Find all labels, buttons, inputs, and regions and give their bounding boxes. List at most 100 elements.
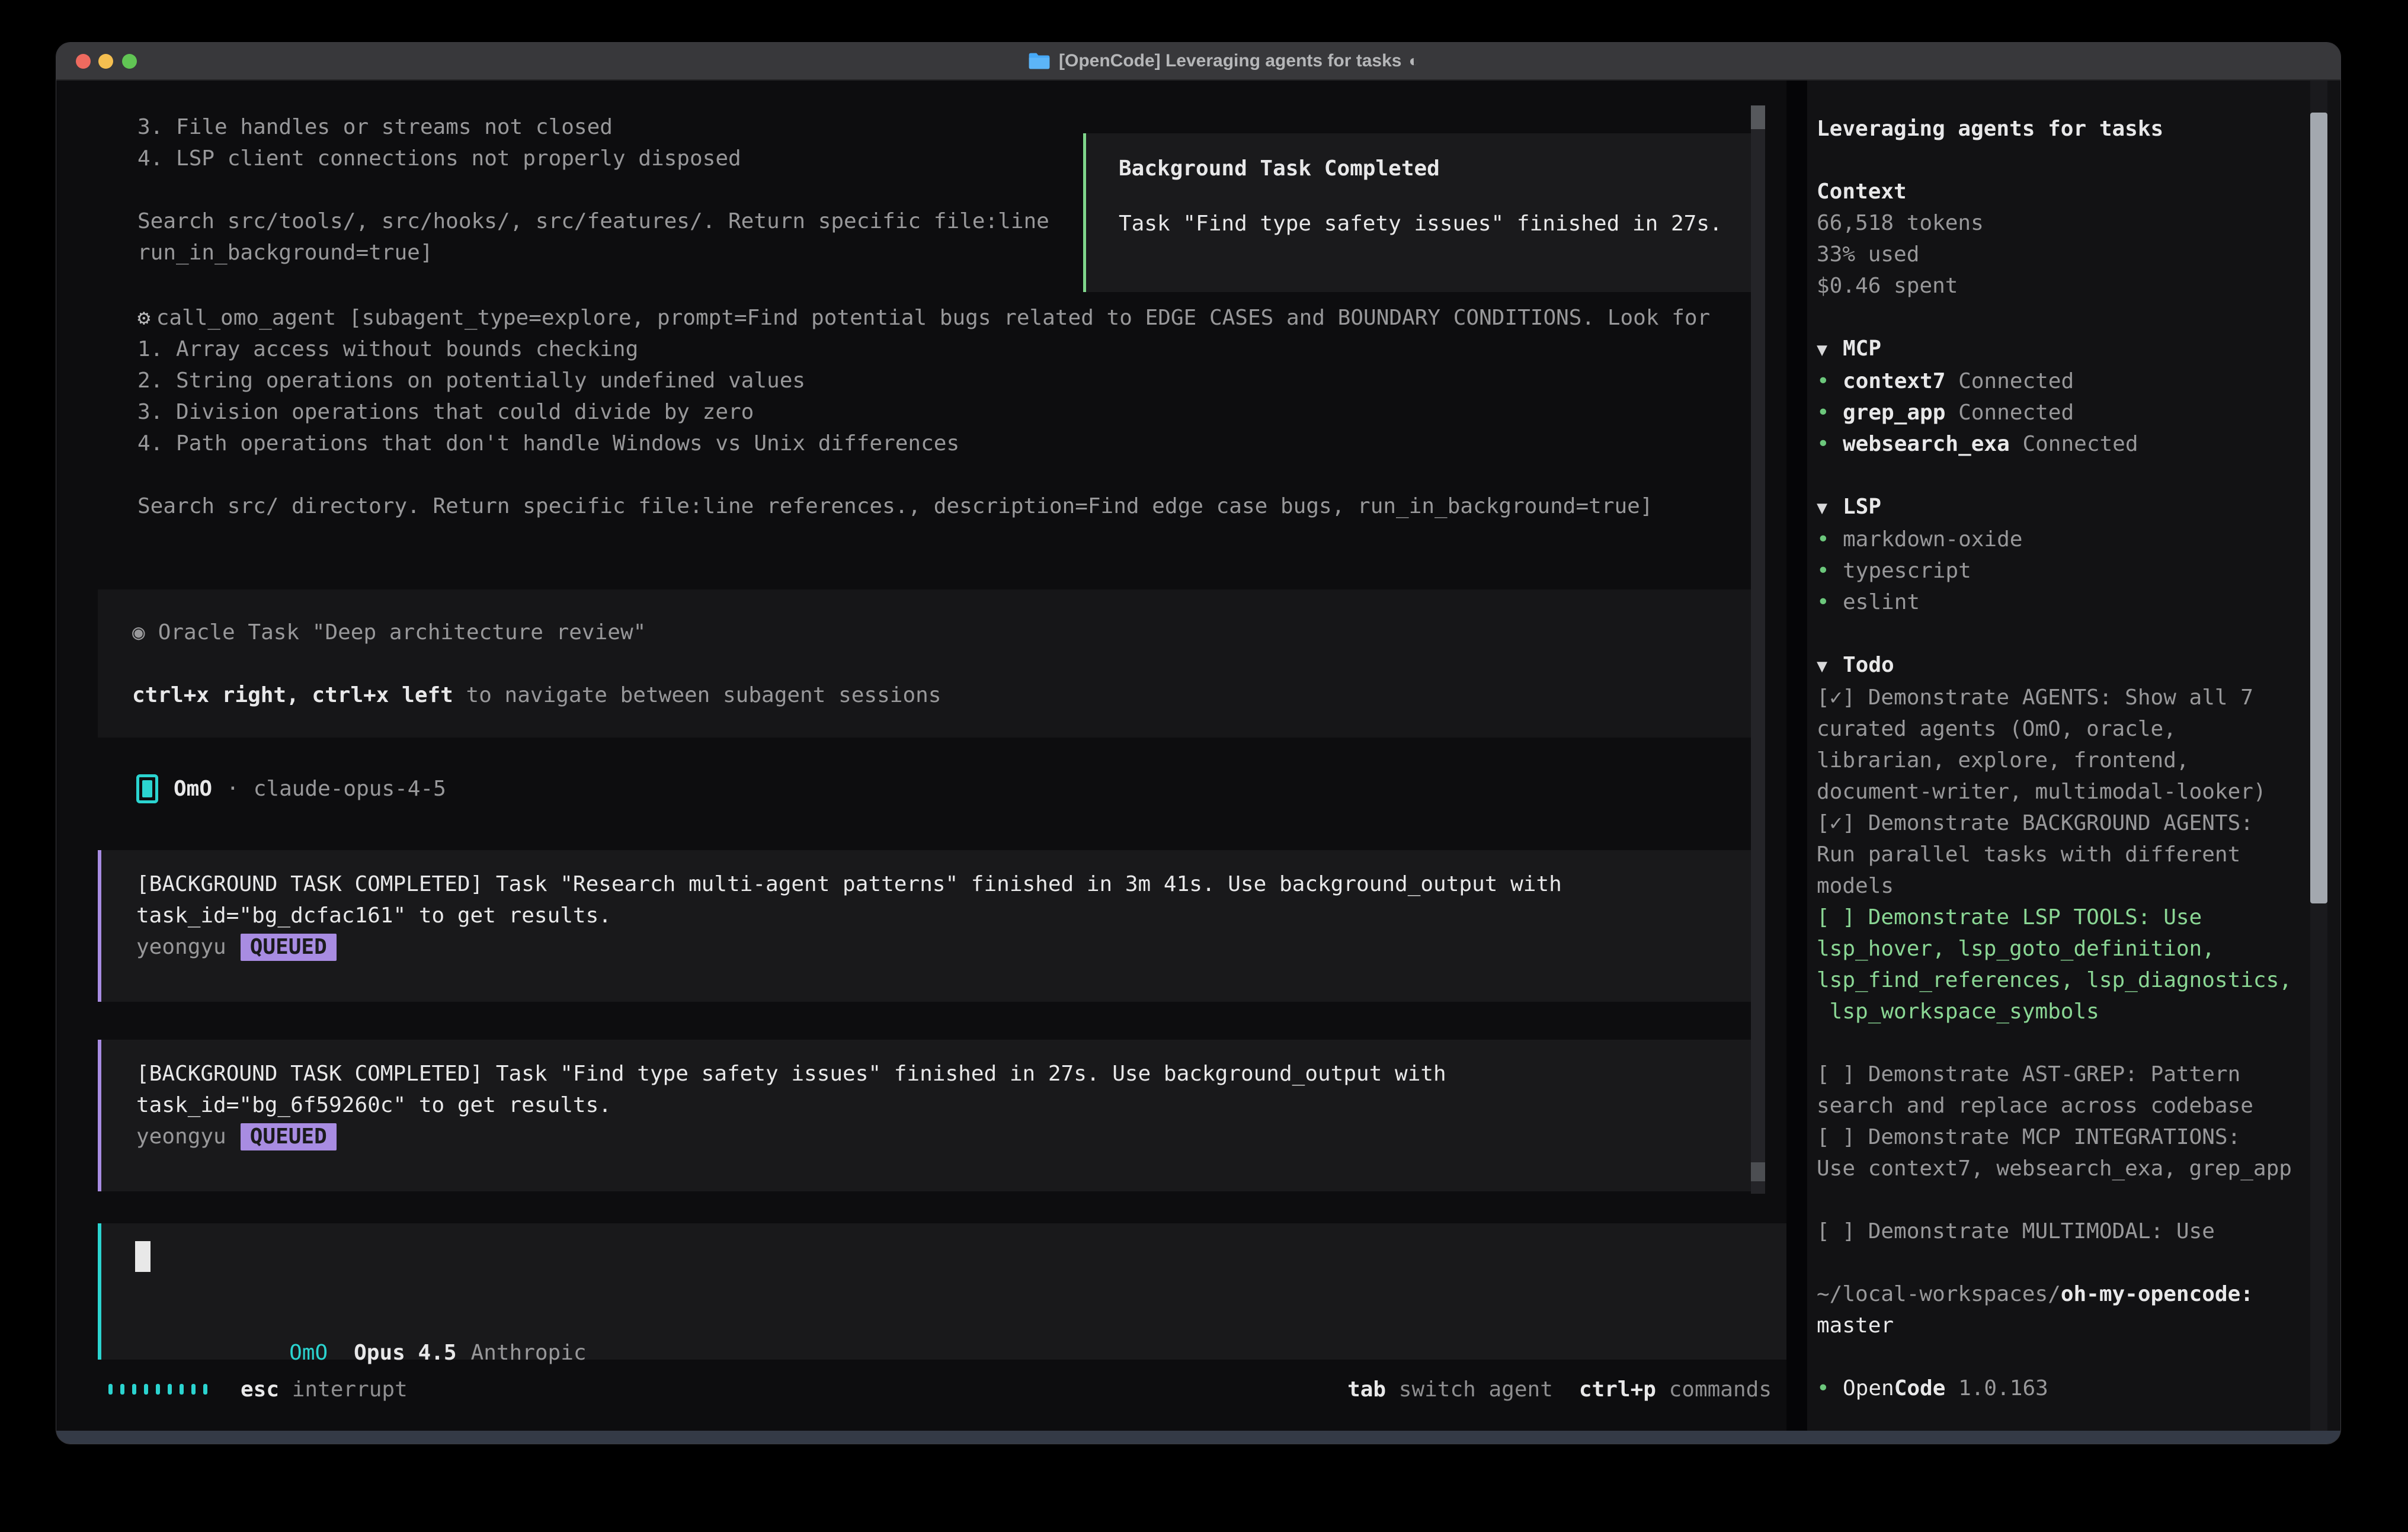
message-line: [BACKGROUND TASK COMPLETED] Task "Find t… (136, 1058, 1763, 1089)
status-dot-icon: • (1817, 397, 1843, 428)
gear-icon: ⚙ (137, 306, 150, 330)
main-scrollbar-thumb-bottom[interactable] (1751, 1162, 1765, 1181)
window-footer (56, 1431, 2340, 1444)
app-window: [OpenCode] Leveraging agents for tasks ◐… (56, 43, 2340, 1444)
message-meta: yeongyu QUEUED (136, 931, 1763, 963)
session-indicator-icon: ◐ (1408, 52, 1418, 70)
status-dot-icon: • (1817, 1373, 1843, 1404)
notification-toast: Background Task Completed Task "Find typ… (1083, 133, 1759, 292)
active-agent-label: OmO (289, 1341, 328, 1365)
tool-call-header: ⚙call_omo_agent [subagent_type=explore, … (137, 302, 1710, 334)
lsp-item: •typescript (1817, 555, 2340, 586)
output-line: 1. Array access without bounds checking (137, 334, 1710, 365)
terminal-output-block: 3. File handles or streams not closed 4.… (137, 111, 1049, 268)
sidebar: Leveraging agents for tasks Context 66,5… (1807, 81, 2340, 1431)
tab-key-label: switch agent (1399, 1377, 1553, 1402)
model-label: Opus 4.5 (354, 1341, 456, 1365)
close-button[interactable] (76, 54, 91, 69)
output-line: run_in_background=true] (137, 237, 1049, 268)
oracle-task-title: ◉Oracle Task "Deep architecture review" (132, 617, 1763, 648)
provider-label: Anthropic (471, 1341, 587, 1365)
separator-dot: · (226, 777, 239, 801)
mcp-item: •grep_app Connected (1817, 397, 2340, 428)
status-badge: QUEUED (241, 1123, 337, 1150)
output-line: 4. LSP client connections not properly d… (137, 143, 1049, 174)
session-title: Leveraging agents for tasks (1817, 113, 2340, 145)
version-row: •OpenCode 1.0.163 (1817, 1373, 2340, 1404)
notification-title: Background Task Completed (1119, 153, 1756, 184)
oracle-task-hint: ctrl+x right, ctrl+x left to navigate be… (132, 680, 1763, 711)
titlebar: [OpenCode] Leveraging agents for tasks ◐ (56, 43, 2340, 81)
message-card: [BACKGROUND TASK COMPLETED] Task "Find t… (98, 1040, 1763, 1191)
lsp-section-header[interactable]: ▼LSP (1817, 491, 2340, 524)
terminal-main: 3. File handles or streams not closed 4.… (56, 81, 1786, 1431)
tab-key-hint: tab (1347, 1377, 1386, 1402)
agent-header: OmO · claude-opus-4-5 (136, 771, 446, 806)
chevron-down-icon: ▼ (1817, 650, 1843, 682)
message-author: yeongyu (136, 1124, 226, 1149)
window-title-text: [OpenCode] Leveraging agents for tasks (1059, 51, 1401, 71)
screen: [OpenCode] Leveraging agents for tasks ◐… (0, 0, 2408, 1532)
ctrlp-key-label: commands (1669, 1377, 1772, 1402)
output-line: Search src/tools/, src/hooks/, src/featu… (137, 206, 1049, 237)
output-line: 3. Division operations that could divide… (137, 396, 1710, 428)
maximize-button[interactable] (122, 54, 137, 69)
folder-icon (1028, 52, 1051, 70)
ctrlp-key-hint: ctrl+p (1579, 1377, 1656, 1402)
agent-model: claude-opus-4-5 (254, 777, 446, 801)
status-dot-icon: • (1817, 555, 1843, 586)
todo-item-active: [ ] Demonstrate LSP TOOLS: Use lsp_hover… (1817, 902, 2340, 1027)
message-line: task_id="bg_6f59260c" to get results. (136, 1089, 1763, 1121)
context-tokens: 66,518 tokens (1817, 207, 2340, 239)
esc-key-label (279, 1377, 292, 1402)
oracle-icon: ◉ (132, 620, 145, 645)
chevron-down-icon: ▼ (1817, 492, 1843, 524)
lsp-item: •eslint (1817, 586, 2340, 618)
todo-item: [ ] Demonstrate AST-GREP: Pattern search… (1817, 1059, 2340, 1121)
todo-item: [ ] Demonstrate MCP INTEGRATIONS: Use co… (1817, 1121, 2340, 1184)
chevron-down-icon: ▼ (1817, 334, 1843, 366)
status-dot-icon: • (1817, 524, 1843, 555)
mcp-item: •context7 Connected (1817, 366, 2340, 397)
status-dot-icon: • (1817, 366, 1843, 397)
oracle-task-card: ◉Oracle Task "Deep architecture review" … (98, 589, 1763, 738)
message-card: [BACKGROUND TASK COMPLETED] Task "Resear… (98, 850, 1763, 1002)
prompt-input[interactable]: OmOOpus 4.5Anthropic (98, 1223, 1786, 1360)
todo-item: [✓] Demonstrate AGENTS: Show all 7 curat… (1817, 682, 2340, 807)
omo-agent-icon (136, 774, 158, 803)
text-cursor (135, 1241, 150, 1272)
main-scrollbar-thumb-top[interactable] (1751, 105, 1765, 129)
status-bar: esc interrupt tab switch agent ctrl+p co… (56, 1375, 1786, 1403)
message-meta: yeongyu QUEUED (136, 1121, 1763, 1152)
window-title: [OpenCode] Leveraging agents for tasks ◐ (1028, 43, 1418, 79)
message-line: task_id="bg_dcfac161" to get results. (136, 900, 1763, 931)
context-heading: Context (1817, 176, 2340, 207)
output-line: 2. String operations on potentially unde… (137, 365, 1710, 396)
mcp-item: •websearch_exa Connected (1817, 428, 2340, 460)
mcp-section-header[interactable]: ▼MCP (1817, 333, 2340, 366)
workspace-branch: master (1817, 1310, 2340, 1341)
tool-call-block: ⚙call_omo_agent [subagent_type=explore, … (137, 302, 1710, 522)
spinner-icon (108, 1384, 207, 1395)
todo-section-header[interactable]: ▼Todo (1817, 649, 2340, 682)
agent-name: OmO (174, 777, 212, 801)
workspace-path: ~/local-workspaces/oh-my-opencode: (1817, 1278, 2340, 1310)
lsp-item: •markdown-oxide (1817, 524, 2340, 555)
output-line: Search src/ directory. Return specific f… (137, 491, 1710, 522)
status-dot-icon: • (1817, 586, 1843, 618)
notification-body: Task "Find type safety issues" finished … (1119, 208, 1756, 239)
context-spent: $0.46 spent (1817, 270, 2340, 302)
message-line: [BACKGROUND TASK COMPLETED] Task "Resear… (136, 868, 1763, 900)
todo-item: [ ] Demonstrate MULTIMODAL: Use (1817, 1216, 2340, 1247)
context-used: 33% used (1817, 239, 2340, 270)
todo-item: [✓] Demonstrate BACKGROUND AGENTS: Run p… (1817, 807, 2340, 902)
status-dot-icon: • (1817, 428, 1843, 460)
message-author: yeongyu (136, 935, 226, 959)
sidebar-scrollbar-thumb[interactable] (2310, 113, 2327, 903)
main-scrollbar-track[interactable] (1751, 105, 1765, 1194)
status-badge: QUEUED (241, 934, 337, 961)
output-line: 4. Path operations that don't handle Win… (137, 428, 1710, 459)
esc-key-hint: esc (241, 1377, 279, 1402)
output-line: 3. File handles or streams not closed (137, 111, 1049, 143)
minimize-button[interactable] (98, 54, 113, 69)
